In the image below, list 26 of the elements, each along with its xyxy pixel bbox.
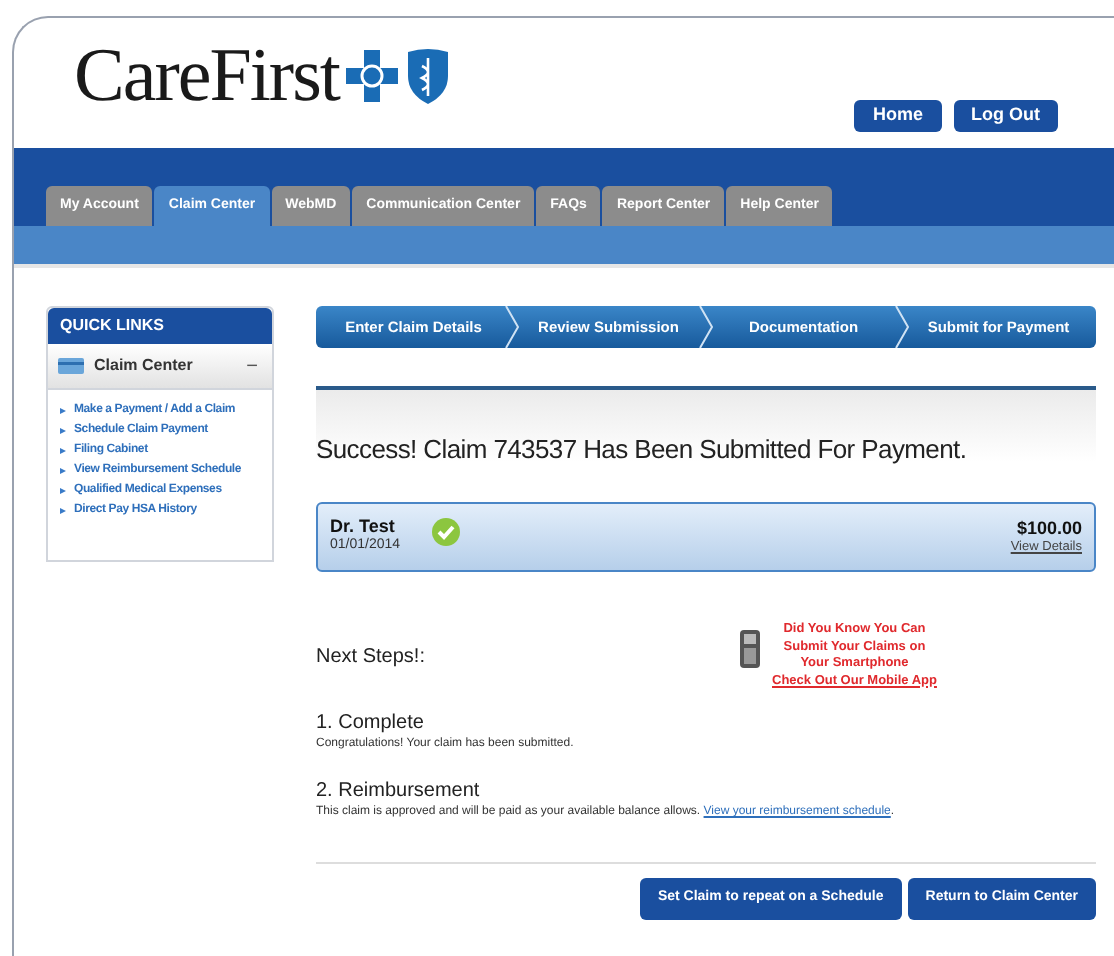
next-steps-title: Next Steps!: xyxy=(316,644,427,672)
collapse-toggle[interactable]: − xyxy=(246,351,262,381)
nav-button[interactable]: Home xyxy=(854,100,941,132)
bullet-icon xyxy=(60,408,66,414)
shield-icon xyxy=(406,48,451,104)
step-heading: 1. Complete xyxy=(316,710,426,736)
cross-icon xyxy=(346,50,399,102)
nav-button[interactable]: Log Out xyxy=(953,100,1058,132)
provider-name: Dr. Test xyxy=(330,516,397,537)
bullet-icon xyxy=(60,468,66,474)
logo-wordmark: CareFirst xyxy=(74,38,339,114)
bullet-icon xyxy=(60,508,66,514)
bullet-icon xyxy=(60,448,66,454)
section-header[interactable]: Claim Center − xyxy=(48,344,272,390)
chevron-icon xyxy=(698,306,714,348)
chevron-icon xyxy=(503,306,519,348)
sidebar-title: QUICK LINKS xyxy=(48,308,272,344)
phone-icon xyxy=(740,630,760,668)
card-icon xyxy=(58,358,84,374)
bullet-icon xyxy=(60,428,66,434)
success-heading: Success! Claim 743537 Has Been Submitted For Payment. xyxy=(316,436,967,462)
section-title: Claim Center xyxy=(94,354,195,378)
chevron-icon xyxy=(893,306,909,348)
step-heading: 2. Reimbursement xyxy=(316,778,482,804)
bullet-icon xyxy=(60,488,66,494)
claim-amount: $100.00 xyxy=(1016,517,1082,538)
